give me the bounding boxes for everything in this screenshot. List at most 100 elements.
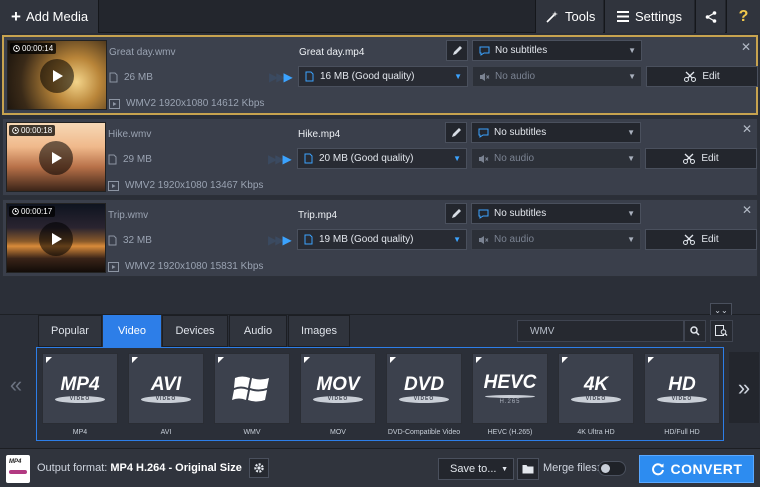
corner-marker-icon (476, 357, 482, 363)
tab-images[interactable]: Images (288, 315, 350, 347)
help-button[interactable]: ? (726, 0, 760, 33)
output-filename[interactable]: Great day.mp4 (299, 47, 364, 58)
output-format-value: MP4 H.264 - Original Size (110, 462, 242, 474)
audio-dropdown[interactable]: No audio ▼ (471, 229, 641, 250)
video-thumbnail[interactable]: 00:00:14 (7, 40, 107, 110)
duration-text: 00:00:14 (22, 44, 54, 53)
corner-marker-icon (304, 357, 310, 363)
format-tile-hd[interactable]: HD VIDEO (644, 353, 720, 424)
source-info-text: WMV2 1920x1080 13467 Kbps (125, 180, 264, 191)
audio-dropdown[interactable]: No audio ▼ (471, 148, 641, 169)
file-row[interactable]: 00:00:17 Trip.wmv 32 MB WMV2 1920x1080 1… (2, 199, 758, 277)
corner-marker-icon (390, 357, 396, 363)
open-folder-button[interactable] (517, 458, 539, 480)
format-disc-label: VIDEO (399, 395, 449, 403)
format-label: HD/Full HD (664, 429, 700, 436)
top-toolbar: + Add Media Tools Settings ? (0, 0, 760, 33)
format-tile-dvd[interactable]: DVD VIDEO (386, 353, 462, 424)
duration-badge: 00:00:17 (9, 206, 56, 217)
tab-audio[interactable]: Audio (229, 315, 287, 347)
detect-device-button[interactable] (710, 320, 733, 342)
duration-text: 00:00:17 (21, 207, 53, 216)
remove-file-icon[interactable]: ✕ (742, 122, 752, 136)
format-tile-mov[interactable]: MOV VIDEO (300, 353, 376, 424)
settings-button[interactable]: Settings (604, 0, 694, 33)
tab-devices[interactable]: Devices (162, 315, 228, 347)
edit-label: Edit (701, 153, 719, 164)
rename-button[interactable] (445, 203, 467, 224)
search-button[interactable] (684, 320, 706, 342)
save-to-dropdown[interactable]: Save to... ▼ (438, 458, 514, 480)
play-button[interactable] (39, 222, 73, 256)
subtitles-text: No subtitles (494, 127, 547, 138)
format-tile-hevc[interactable]: HEVC H.265 (472, 353, 548, 424)
merge-files-toggle[interactable] (598, 461, 626, 476)
rename-button[interactable] (445, 122, 467, 143)
file-row[interactable]: 00:00:18 Hike.wmv 29 MB WMV2 1920x1080 1… (2, 118, 758, 196)
format-search-input[interactable]: WMV (517, 320, 684, 342)
source-info: WMV2 1920x1080 14612 Kbps (109, 98, 264, 109)
format-tile-wmv[interactable] (214, 353, 290, 424)
tools-button[interactable]: Tools (535, 0, 603, 33)
play-button[interactable] (39, 141, 73, 175)
format-tile-mp4[interactable]: MP4 VIDEO (42, 353, 118, 424)
output-filename[interactable]: Trip.mp4 (298, 210, 337, 221)
subtitles-dropdown[interactable]: No subtitles ▼ (472, 40, 642, 61)
share-button[interactable] (695, 0, 725, 33)
output-format-file-icon: MP4 (6, 455, 30, 483)
tab-video[interactable]: Video (103, 315, 161, 347)
format-settings-button[interactable] (249, 458, 269, 478)
chevron-down-icon: ▼ (501, 465, 508, 473)
video-thumbnail[interactable]: 00:00:17 (6, 203, 106, 273)
scroll-left-icon[interactable]: « (2, 347, 30, 423)
tab-popular[interactable]: Popular (38, 315, 102, 347)
format-logo-text: HEVC (483, 371, 537, 393)
pencil-icon (452, 46, 462, 55)
corner-marker-icon (132, 357, 138, 363)
edit-button[interactable]: Edit (646, 66, 758, 87)
output-format-label: Output format: (37, 462, 108, 474)
file-icon (108, 235, 117, 246)
scroll-right-icon[interactable]: » (729, 352, 759, 423)
subtitles-dropdown[interactable]: No subtitles ▼ (471, 203, 641, 224)
output-file-icon (305, 71, 314, 82)
edit-label: Edit (701, 234, 719, 245)
speaker-muted-icon (479, 235, 489, 244)
remove-file-icon[interactable]: ✕ (741, 40, 751, 54)
convert-arrow-icon: ▶▶▶ (268, 233, 292, 247)
corner-marker-icon (218, 357, 224, 363)
source-size: 29 MB (108, 154, 152, 165)
output-quality-dropdown[interactable]: 19 MB (Good quality) ▼ (297, 229, 467, 250)
output-filename[interactable]: Hike.mp4 (298, 129, 340, 140)
format-grid: MP4 VIDEO AVI VIDEO MOV VIDEO DVD VIDEO … (36, 347, 724, 441)
subtitles-dropdown[interactable]: No subtitles ▼ (471, 122, 641, 143)
chevron-down-icon: ▼ (454, 72, 462, 81)
file-row[interactable]: 00:00:14 Great day.wmv 26 MB WMV2 1920x1… (2, 35, 758, 115)
format-tile-avi[interactable]: AVI VIDEO (128, 353, 204, 424)
audio-dropdown[interactable]: No audio ▼ (472, 66, 642, 87)
duration-badge: 00:00:18 (9, 125, 56, 136)
convert-button[interactable]: CONVERT (639, 455, 754, 483)
output-quality-dropdown[interactable]: 16 MB (Good quality) ▼ (298, 66, 468, 87)
add-media-button[interactable]: + Add Media (0, 0, 99, 33)
edit-label: Edit (702, 71, 720, 82)
convert-label: CONVERT (670, 461, 743, 477)
source-size-text: 32 MB (123, 235, 152, 246)
output-file-icon (304, 153, 313, 164)
edit-button[interactable]: Edit (645, 148, 757, 169)
double-chevron-down-icon: ⌄⌄ (714, 305, 728, 315)
remove-file-icon[interactable]: ✕ (742, 203, 752, 217)
play-button[interactable] (40, 59, 74, 93)
format-tile-4k[interactable]: 4K VIDEO (558, 353, 634, 424)
pencil-icon (451, 209, 461, 218)
video-file-icon (108, 180, 119, 191)
output-quality-dropdown[interactable]: 20 MB (Good quality) ▼ (297, 148, 467, 169)
convert-arrow-icon: ▶▶▶ (269, 70, 293, 84)
format-label: MOV (330, 429, 346, 436)
tools-label: Tools (565, 9, 596, 24)
format-logo-text: DVD (403, 373, 445, 395)
video-thumbnail[interactable]: 00:00:18 (6, 122, 106, 192)
rename-button[interactable] (446, 40, 468, 61)
edit-button[interactable]: Edit (645, 229, 757, 250)
duration-text: 00:00:18 (21, 126, 53, 135)
